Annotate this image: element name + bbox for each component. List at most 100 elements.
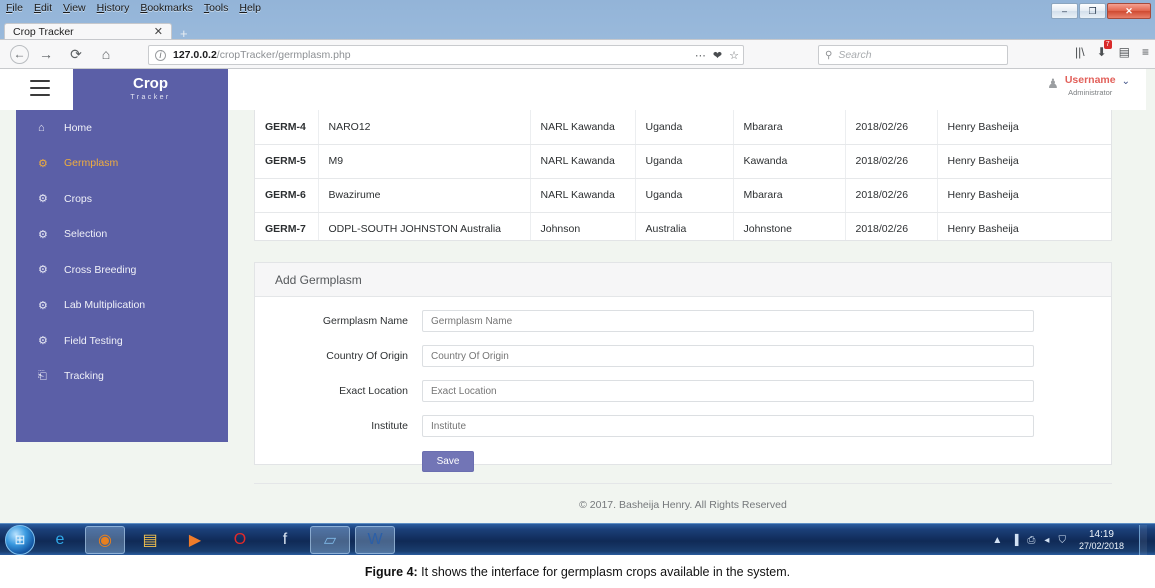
sidebar-item-label: Cross Breeding: [64, 263, 137, 276]
sidebar-toggle-icon[interactable]: ▤: [1119, 45, 1130, 59]
page-footer: © 2017. Basheija Henry. All Rights Reser…: [254, 483, 1112, 523]
start-button[interactable]: ⊞: [5, 524, 35, 555]
input-germplasm-name[interactable]: [422, 310, 1034, 332]
germplasm-table: GERM-4 NARO12 NARL Kawanda Uganda Mbarara 201…: [255, 110, 1111, 240]
downloads-icon[interactable]: ⬇ 7: [1097, 40, 1112, 59]
menu-history[interactable]: History: [97, 2, 130, 14]
chevron-down-icon[interactable]: ⌄: [1122, 76, 1130, 87]
network-icon[interactable]: ▐: [1011, 535, 1018, 546]
url-bar[interactable]: i 127.0.0.2/cropTracker/germplasm.php ⋯ …: [148, 45, 744, 65]
cell-country: Uganda: [635, 110, 734, 145]
sidebar-item-crops[interactable]: ⚙ Crops: [16, 181, 228, 217]
menu-tools[interactable]: Tools: [204, 2, 229, 14]
label-exact-location: Exact Location: [339, 385, 408, 397]
menu-view[interactable]: View: [63, 2, 86, 14]
sidebar-item-home[interactable]: ⌂ Home: [16, 110, 228, 146]
menu-bookmarks[interactable]: Bookmarks: [140, 2, 193, 14]
taskbar-internet-explorer-icon[interactable]: e: [40, 526, 80, 554]
table-row[interactable]: GERM-6 Bwazirume NARL Kawanda Uganda Mbarara…: [255, 178, 1111, 213]
page-actions-icon[interactable]: ⋯: [695, 49, 706, 62]
reload-icon[interactable]: ⟳: [63, 41, 89, 67]
page-viewport: Crop Tracker ♟ Username Administrator ⌄ …: [0, 69, 1155, 523]
sidebar-item-label: Field Testing: [64, 334, 123, 347]
pocket-icon[interactable]: ❤: [713, 49, 722, 62]
cell-name: M9: [318, 144, 531, 179]
cell-institute: NARL Kawanda: [530, 110, 636, 145]
add-germplasm-header: Add Germplasm: [255, 263, 1111, 297]
sidebar-item-lab-multiplication[interactable]: ⚙ Lab Multiplication: [16, 288, 228, 324]
browser-tab[interactable]: Crop Tracker ✕: [4, 23, 172, 40]
table-row[interactable]: GERM-4 NARO12 NARL Kawanda Uganda Mbarara 201…: [255, 110, 1111, 145]
taskbar-word-icon[interactable]: W: [355, 525, 395, 554]
input-institute[interactable]: [422, 415, 1034, 437]
taskbar-facebook-icon[interactable]: f: [265, 526, 305, 554]
sidebar-item-label: Crops: [64, 192, 93, 205]
cell-country: Australia: [635, 212, 734, 240]
menu-help[interactable]: Help: [239, 2, 261, 14]
back-icon[interactable]: ←: [10, 44, 29, 64]
sidebar-item-label: Lab Multiplication: [64, 299, 146, 312]
taskbar-clock[interactable]: 14:19 27/02/2018: [1079, 529, 1124, 552]
url-bar-icons: ⋯ ❤ ☆: [695, 49, 739, 62]
cell-user: Henry Basheija: [937, 110, 1111, 145]
minimize-button[interactable]: –: [1051, 3, 1078, 19]
input-exact-location[interactable]: [422, 380, 1034, 402]
cell-location: Mbarara: [733, 110, 846, 145]
close-button[interactable]: ✕: [1107, 3, 1151, 19]
form-row-germplasm-name: Germplasm Name: [255, 310, 1111, 332]
tab-close-icon[interactable]: ✕: [154, 26, 163, 38]
sidebar-icon-field-testing-icon: ⚙: [38, 335, 48, 348]
url-text: 127.0.0.2/cropTracker/germplasm.php: [173, 49, 351, 61]
home-icon[interactable]: ⌂: [93, 41, 119, 67]
form-title: Add Germplasm: [275, 272, 362, 287]
germplasm-table-card: GERM-4 NARO12 NARL Kawanda Uganda Mbarara 201…: [254, 110, 1112, 241]
sidebar-item-label: Tracking: [64, 370, 104, 383]
hamburger-menu-icon[interactable]: ≡: [1142, 45, 1149, 59]
menu-toggle-icon[interactable]: [30, 80, 50, 96]
search-bar[interactable]: ⚲ Search: [818, 45, 1008, 65]
sidebar-item-tracking[interactable]: ⎗ Tracking: [16, 359, 228, 395]
sidebar-item-germplasm[interactable]: ⚙ Germplasm: [16, 146, 228, 182]
library-icon[interactable]: ||\: [1075, 45, 1085, 59]
cell-code: GERM-5: [255, 144, 319, 179]
cell-country: Uganda: [635, 178, 734, 213]
sidebar-icon-crops-icon: ⚙: [38, 193, 48, 206]
show-desktop-button[interactable]: [1139, 525, 1147, 555]
browser-navbar: ← → ⟳ ⌂ i 127.0.0.2/cropTracker/germplas…: [0, 39, 1155, 69]
cell-code: GERM-4: [255, 110, 319, 145]
add-germplasm-form: Germplasm Name Country Of Origin Exact Loc…: [255, 310, 1111, 472]
app-brand[interactable]: Crop Tracker: [73, 69, 228, 110]
site-info-icon[interactable]: i: [155, 49, 166, 61]
save-button[interactable]: Save: [422, 451, 474, 472]
label-country-of-origin: Country Of Origin: [326, 350, 408, 362]
taskbar-opera-icon[interactable]: O: [220, 526, 260, 554]
browser-menubar[interactable]: File Edit View History Bookmarks Tools Help: [6, 2, 261, 14]
forward-icon[interactable]: →: [33, 41, 59, 67]
bookmark-star-icon[interactable]: ☆: [729, 49, 739, 62]
cell-date: 2018/02/26: [845, 110, 938, 145]
maximize-button[interactable]: ❐: [1079, 3, 1106, 19]
taskbar-media-player-icon[interactable]: ▶: [175, 526, 215, 554]
browser-tabstrip: Crop Tracker ✕ +: [0, 22, 1155, 41]
copyright-text: © 2017. Basheija Henry. All Rights Reser…: [579, 498, 787, 511]
action-center-icon[interactable]: ⎙: [1027, 535, 1035, 546]
windows-taskbar: ⊞ e ◉ ▤ ▶ Of ▱ W ▲ ▐ ⎙ ◂ ⛉ 14:19 27/02/2018: [0, 523, 1155, 555]
menu-edit[interactable]: Edit: [34, 2, 52, 14]
table-row[interactable]: GERM-7 ODPL-SOUTH JOHNSTON Australia Johns…: [255, 212, 1111, 240]
table-row[interactable]: GERM-5 M9 NARL Kawanda Uganda Kawanda 2018/02…: [255, 144, 1111, 179]
sidebar-icon-germplasm-icon: ⚙: [38, 157, 48, 170]
security-alert-icon[interactable]: ⛉: [1058, 535, 1066, 546]
tray-expand-icon[interactable]: ▲: [992, 535, 1002, 546]
save-row: Save: [255, 451, 1111, 472]
sidebar-item-selection[interactable]: ⚙ Selection: [16, 217, 228, 253]
taskbar-notepad-icon[interactable]: ▱: [310, 525, 350, 554]
sidebar-item-cross-breeding[interactable]: ⚙ Cross Breeding: [16, 252, 228, 288]
input-country-of-origin[interactable]: [422, 345, 1034, 367]
caption-body: It shows the interface for germplasm cro…: [417, 564, 791, 579]
taskbar-file-explorer-icon[interactable]: ▤: [130, 526, 170, 554]
taskbar-firefox-icon[interactable]: ◉: [85, 525, 125, 554]
user-menu[interactable]: ♟ Username Administrator ⌄: [1047, 74, 1130, 98]
menu-file[interactable]: File: [6, 2, 23, 14]
sidebar-item-field-testing[interactable]: ⚙ Field Testing: [16, 323, 228, 359]
volume-icon[interactable]: ◂: [1044, 535, 1049, 546]
